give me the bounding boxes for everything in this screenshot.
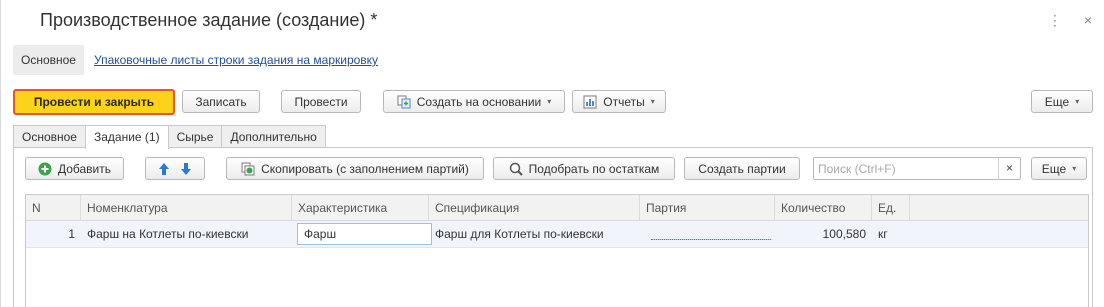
- reports-label: Отчеты: [603, 94, 645, 109]
- search-input[interactable]: Поиск (Ctrl+F): [818, 162, 896, 176]
- tab-main[interactable]: Основное: [13, 125, 86, 148]
- arrow-down-icon[interactable]: [179, 162, 193, 176]
- arrow-up-icon[interactable]: [157, 162, 171, 176]
- add-icon: [38, 162, 52, 175]
- tab-strip: Основное Задание (1) Сырье Дополнительно: [13, 125, 326, 149]
- more-options-icon[interactable]: ⋮: [1048, 12, 1062, 29]
- search-icon: [509, 162, 523, 176]
- more-label: Еще: [1044, 94, 1070, 109]
- column-header-n[interactable]: N: [26, 195, 81, 221]
- more-button[interactable]: Еще ▾: [1031, 90, 1093, 113]
- column-header-characteristic[interactable]: Характеристика: [292, 195, 429, 221]
- cell-quantity[interactable]: 100,580: [775, 221, 872, 248]
- chevron-down-icon: ▾: [650, 97, 655, 106]
- copy-icon: [241, 162, 255, 175]
- post-button[interactable]: Провести: [281, 90, 361, 113]
- create-batches-button[interactable]: Создать партии: [684, 157, 800, 180]
- close-icon[interactable]: ×: [1084, 12, 1092, 29]
- table-header: N Номенклатура Характеристика Спецификац…: [26, 195, 1088, 221]
- form-nav-packing-link[interactable]: Упаковочные листы строки задания на марк…: [94, 53, 378, 67]
- clear-search-icon[interactable]: ×: [998, 157, 1020, 180]
- reports-button[interactable]: Отчеты ▾: [572, 90, 666, 113]
- copy-label: Скопировать (с заполнением партий): [261, 161, 469, 176]
- pick-from-stock-button[interactable]: Подобрать по остаткам: [493, 157, 675, 180]
- column-header-unit[interactable]: Ед.: [872, 195, 910, 221]
- column-header-specification[interactable]: Спецификация: [429, 195, 640, 221]
- copy-with-batches-button[interactable]: Скопировать (с заполнением партий): [226, 157, 484, 180]
- chevron-down-icon: ▾: [547, 97, 552, 106]
- pick-label: Подобрать по остаткам: [528, 161, 660, 176]
- column-header-quantity[interactable]: Количество: [775, 195, 872, 221]
- post-and-close-button[interactable]: Провести и закрыть: [13, 89, 175, 115]
- cell-unit[interactable]: кг: [872, 221, 910, 248]
- move-buttons: [145, 157, 205, 180]
- search-field[interactable]: Поиск (Ctrl+F) ×: [813, 157, 1021, 180]
- create-based-icon: [397, 95, 411, 108]
- table-row[interactable]: 1 Фарш на Котлеты по-киевски Фарш Фарш д…: [26, 221, 1088, 248]
- row-number: 1: [68, 227, 75, 241]
- add-label: Добавить: [57, 161, 112, 176]
- page-title: Производственное задание (создание) *: [40, 10, 378, 30]
- window-controls: ⋮ ×: [1048, 12, 1092, 29]
- column-header-nomenclature[interactable]: Номенклатура: [81, 195, 292, 221]
- form-nav-main[interactable]: Основное: [13, 45, 84, 75]
- cell-nomenclature[interactable]: Фарш на Котлеты по-киевски: [81, 221, 292, 248]
- chevron-down-icon: ▾: [1072, 164, 1077, 173]
- items-table: N Номенклатура Характеристика Спецификац…: [25, 194, 1089, 307]
- chevron-down-icon: ▾: [1075, 97, 1080, 106]
- tab-additional[interactable]: Дополнительно: [221, 125, 326, 148]
- column-header-batch[interactable]: Партия: [640, 195, 775, 221]
- required-field-underline: [651, 239, 771, 240]
- cell-characteristic[interactable]: Фарш: [297, 223, 432, 245]
- reports-icon: [583, 95, 597, 108]
- cell-specification[interactable]: Фарш для Котлеты по-киевски: [429, 221, 640, 248]
- table-more-button[interactable]: Еще ▾: [1031, 157, 1087, 180]
- table-more-label: Еще: [1041, 161, 1067, 176]
- create-based-on-button[interactable]: Создать на основании ▾: [383, 90, 565, 113]
- add-button[interactable]: Добавить: [25, 157, 124, 180]
- create-based-label: Создать на основании: [416, 94, 542, 109]
- form-navigation: Основное Упаковочные листы строки задани…: [13, 44, 378, 76]
- tab-raw-materials[interactable]: Сырье: [167, 125, 223, 148]
- form-window: Производственное задание (создание) * ⋮ …: [0, 0, 1104, 307]
- tab-assignment[interactable]: Задание (1): [84, 125, 169, 149]
- write-button[interactable]: Записать: [182, 90, 260, 113]
- cell-batch[interactable]: [640, 221, 775, 248]
